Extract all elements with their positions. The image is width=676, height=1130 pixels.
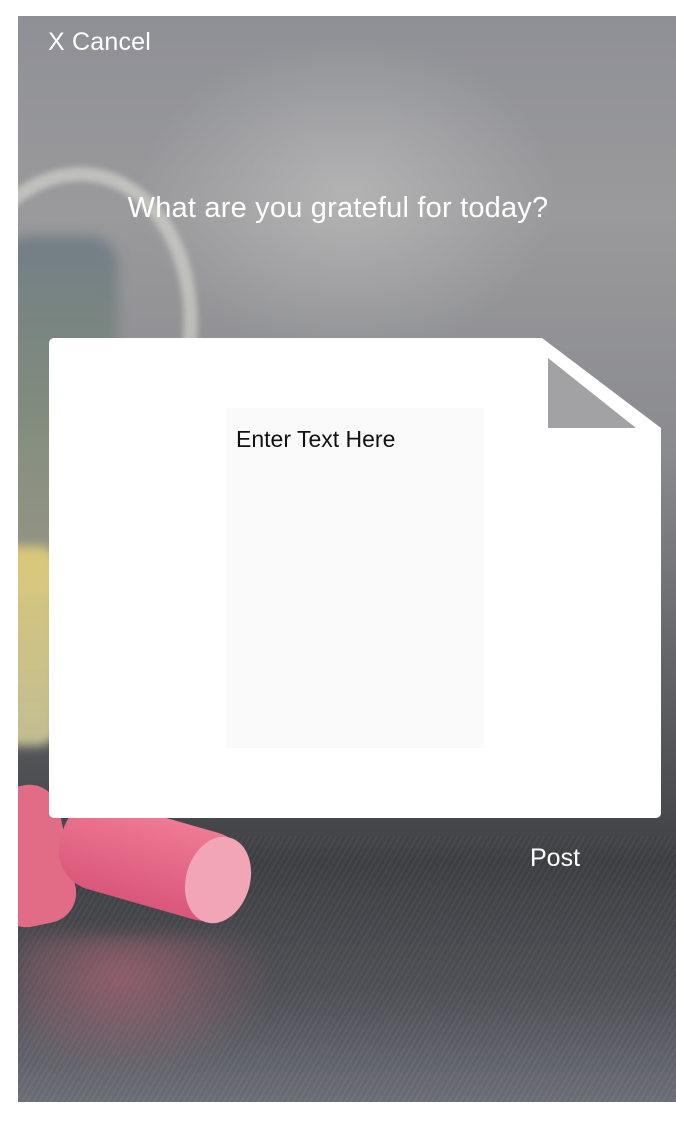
post-button[interactable]: Post [530, 844, 580, 873]
gratitude-entry-screen: X Cancel What are you grateful for today… [18, 16, 676, 1102]
background-chalk-reflection [18, 936, 278, 1076]
cancel-button[interactable]: X Cancel [48, 28, 151, 57]
gratitude-text-input[interactable]: Enter Text Here [226, 408, 484, 748]
prompt-heading: What are you grateful for today? [127, 192, 549, 224]
